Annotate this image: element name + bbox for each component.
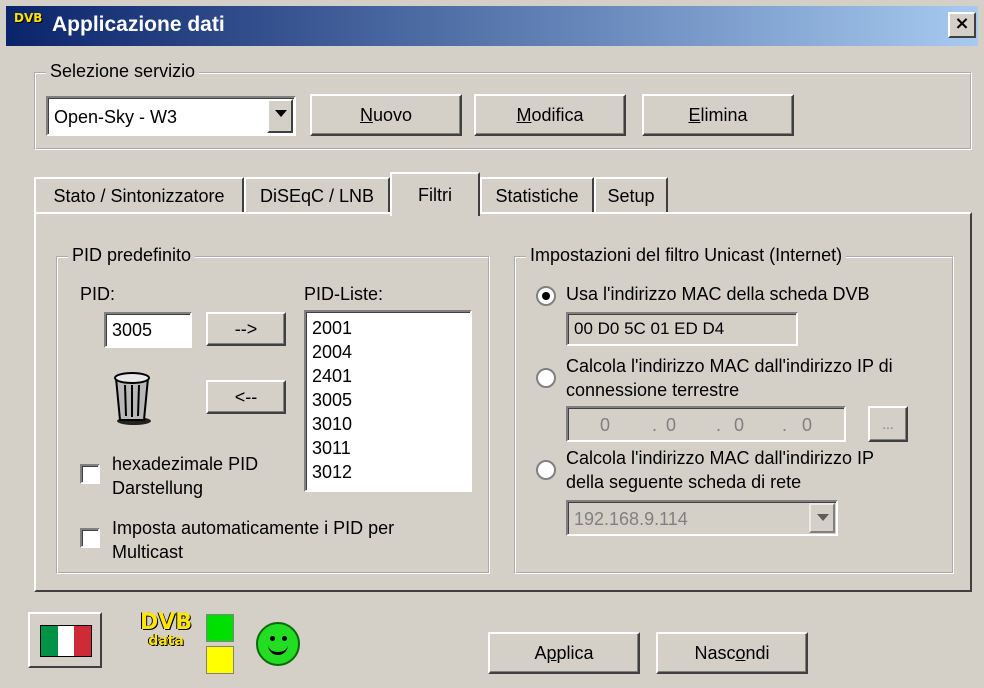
- pid-list-items: 2001 2004 2401 3005 3010 3011 3012: [312, 316, 352, 484]
- list-item[interactable]: 2001: [312, 316, 352, 340]
- network-adapter-value: 192.168.9.114: [574, 509, 688, 529]
- list-item[interactable]: 3010: [312, 412, 352, 436]
- auto-multicast-checkbox[interactable]: [80, 528, 100, 548]
- auto-multicast-label: Imposta automaticamente i PID per Multic…: [112, 518, 395, 562]
- list-item[interactable]: 3011: [312, 436, 352, 460]
- list-item[interactable]: 2401: [312, 364, 352, 388]
- tab-filtri[interactable]: Filtri: [390, 172, 480, 216]
- italian-flag-icon: [40, 625, 92, 657]
- hex-pid-label: hexadezimale PID Darstellung: [112, 454, 259, 498]
- dvb-data-logo: DVB data: [139, 610, 193, 649]
- list-item[interactable]: 3005: [312, 388, 352, 412]
- list-item[interactable]: 3012: [312, 460, 352, 484]
- terrestrial-ip-field: 0 . 0 . 0 . 0: [566, 406, 846, 442]
- adapter-chevron-down-icon[interactable]: [809, 503, 835, 533]
- edit-service-button[interactable]: Modifica: [474, 94, 626, 136]
- radio-terrestrial-ip[interactable]: [536, 368, 556, 388]
- service-selected-value: Open-Sky - W3: [54, 107, 178, 127]
- signal-led-green: [206, 614, 234, 642]
- radio-network-adapter[interactable]: [536, 460, 556, 480]
- network-adapter-combobox[interactable]: 192.168.9.114: [566, 500, 838, 536]
- pid-input[interactable]: 3005: [104, 312, 192, 348]
- remove-pid-button[interactable]: <--: [206, 380, 286, 414]
- dvb-app-icon: DVB: [14, 11, 43, 25]
- language-flag-button[interactable]: [28, 612, 102, 668]
- window-title: Applicazione dati: [52, 13, 225, 36]
- radio-terrestrial-ip-label: Calcola l'indirizzo MAC dall'indirizzo I…: [566, 356, 893, 400]
- close-button[interactable]: ×: [948, 12, 976, 38]
- pid-label: PID:: [80, 284, 116, 304]
- hex-pid-checkbox[interactable]: [80, 464, 100, 484]
- tab-setup[interactable]: Setup: [594, 177, 668, 213]
- ip-browse-button[interactable]: ...: [868, 406, 908, 442]
- mac-address-field: 00 D0 5C 01 ED D4: [566, 312, 798, 346]
- delete-service-button[interactable]: Elimina: [642, 94, 794, 136]
- radio-dvb-mac-label: Usa l'indirizzo MAC della scheda DVB: [566, 284, 870, 304]
- smiley-status-icon: [256, 622, 300, 666]
- tab-statistiche[interactable]: Statistiche: [480, 177, 594, 213]
- list-item[interactable]: 2004: [312, 340, 352, 364]
- service-combobox[interactable]: Open-Sky - W3: [46, 96, 296, 136]
- apply-button[interactable]: Ap plica: [488, 632, 640, 674]
- radio-dvb-mac[interactable]: [536, 286, 556, 306]
- trash-icon: [114, 372, 151, 425]
- close-icon: ×: [954, 13, 970, 34]
- chevron-down-icon[interactable]: [267, 99, 293, 133]
- hide-button[interactable]: Nasc o ndi: [656, 632, 808, 674]
- service-selection-title: Selezione servizio: [46, 61, 200, 82]
- new-service-button[interactable]: Nuovo: [310, 94, 462, 136]
- unicast-group-title: Impostazioni del filtro Unicast (Interne…: [526, 245, 847, 266]
- signal-led-yellow: [206, 646, 234, 674]
- tab-diseqc-lnb[interactable]: DiSEqC / LNB: [244, 177, 390, 213]
- application-window: DVB Applicazione dati × Selezione serviz…: [0, 0, 984, 688]
- tab-stato-sintonizzatore[interactable]: Stato / Sintonizzatore: [34, 177, 244, 213]
- pid-group-title: PID predefinito: [68, 245, 196, 266]
- radio-network-adapter-label: Calcola l'indirizzo MAC dall'indirizzo I…: [566, 448, 874, 492]
- add-pid-button[interactable]: -->: [206, 312, 286, 346]
- pid-listbox[interactable]: 2001 2004 2401 3005 3010 3011 3012: [304, 310, 472, 492]
- pid-list-label: PID-Liste:: [304, 284, 384, 304]
- title-bar[interactable]: DVB Applicazione dati ×: [6, 6, 978, 46]
